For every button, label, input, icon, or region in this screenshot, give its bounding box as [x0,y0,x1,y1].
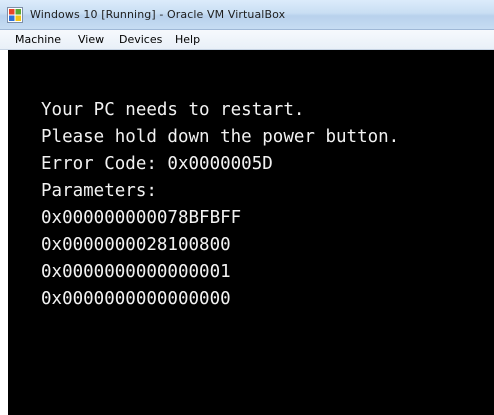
parameter-4: 0x0000000000000000 [41,289,231,309]
menu-devices[interactable]: Devices [119,33,162,46]
window-title: Windows 10 [Running] - Oracle VM Virtual… [30,8,286,21]
power-button-message: Please hold down the power button. [41,127,400,147]
menu-bar: Machine View Devices Help [0,30,494,50]
parameter-2: 0x0000000028100800 [41,235,231,255]
error-code: Error Code: 0x0000005D [41,154,273,174]
menu-machine[interactable]: Machine [15,33,61,46]
parameter-3: 0x0000000000000001 [41,262,231,282]
virtualbox-icon[interactable] [7,7,23,23]
vm-display[interactable]: Your PC needs to restart. Please hold do… [8,50,494,415]
title-bar[interactable]: Windows 10 [Running] - Oracle VM Virtual… [0,0,494,30]
parameters-label: Parameters: [41,181,157,201]
menu-view[interactable]: View [78,33,104,46]
restart-message: Your PC needs to restart. [41,100,305,120]
parameter-1: 0x000000000078BFBFF [41,208,242,228]
virtualbox-window: Windows 10 [Running] - Oracle VM Virtual… [0,0,494,415]
menu-help[interactable]: Help [175,33,200,46]
